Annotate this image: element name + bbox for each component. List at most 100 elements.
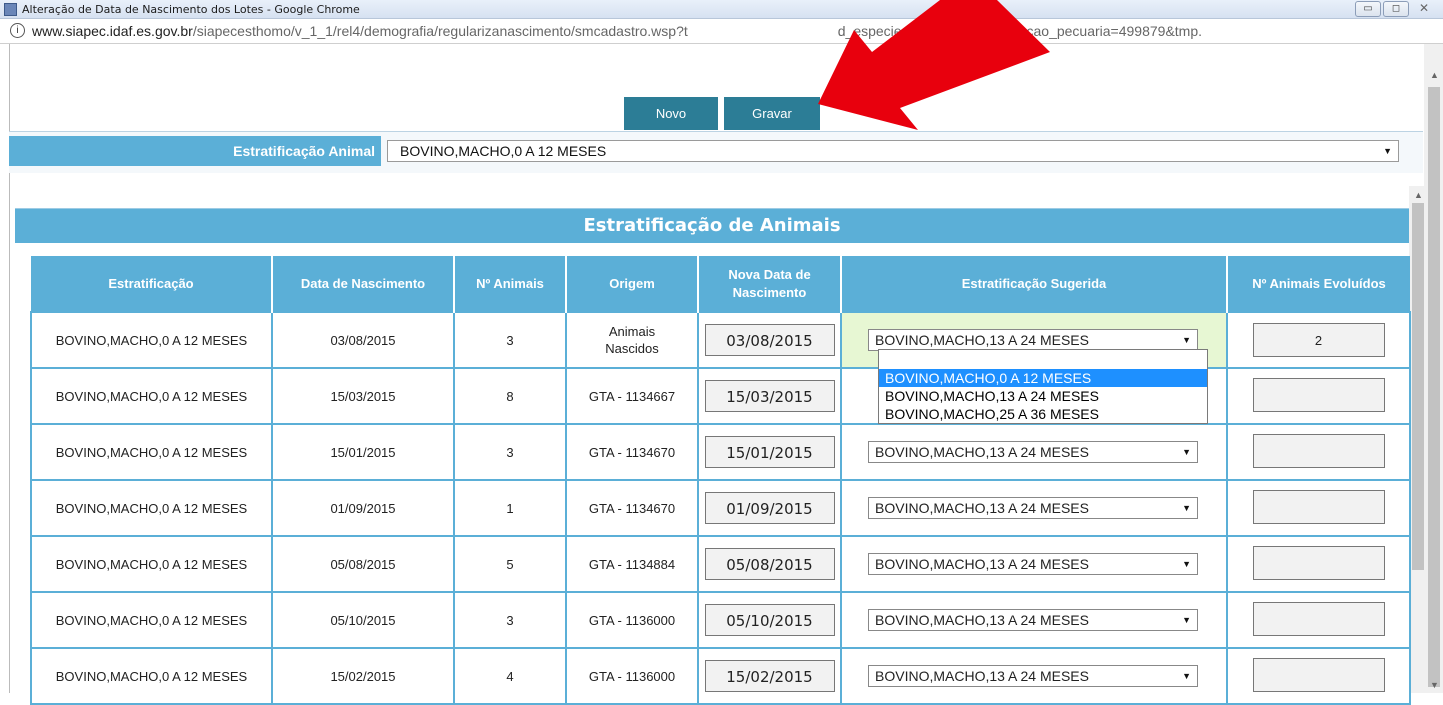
dropdown-option[interactable]: BOVINO,MACHO,13 A 24 MESES: [879, 387, 1207, 405]
origem-text: GTA - 1134667: [588, 388, 676, 404]
header-num-animais: Nº Animais: [454, 256, 567, 312]
cell-animais-evoluidos: [1226, 479, 1411, 537]
dropdown-option[interactable]: BOVINO,MACHO,0 A 12 MESES: [879, 369, 1207, 387]
cell-estratificacao-sugerida: BOVINO,MACHO,13 A 24 MESES ▼: [840, 479, 1228, 537]
dropdown-option[interactable]: [879, 350, 1207, 369]
num-animais-text: 3: [506, 332, 514, 348]
cell-nova-data: 03/08/2015: [697, 311, 842, 369]
animais-evoluidos-input[interactable]: [1252, 433, 1385, 468]
gravar-button[interactable]: Gravar: [724, 97, 820, 130]
estratificacao-text: BOVINO,MACHO,0 A 12 MESES: [55, 556, 248, 572]
estratificacao-sugerida-select[interactable]: BOVINO,MACHO,13 A 24 MESES ▼: [868, 665, 1198, 687]
num-animais-text: 4: [506, 668, 514, 684]
cell-estratificacao: BOVINO,MACHO,0 A 12 MESES: [30, 367, 273, 425]
estratificacao-sugerida-select[interactable]: BOVINO,MACHO,13 A 24 MESES ▼: [868, 441, 1198, 463]
estratificacao-text: BOVINO,MACHO,0 A 12 MESES: [55, 668, 248, 684]
cell-num-animais: 3: [453, 423, 567, 481]
cell-animais-evoluidos: [1226, 591, 1411, 649]
novo-button[interactable]: Novo: [624, 97, 718, 130]
cell-estratificacao-sugerida: BOVINO,MACHO,13 A 24 MESES ▼: [840, 647, 1228, 705]
header-data-nascimento: Data de Nascimento: [272, 256, 455, 312]
cell-estratificacao: BOVINO,MACHO,0 A 12 MESES: [30, 479, 273, 537]
estratificacao-text: BOVINO,MACHO,0 A 12 MESES: [55, 500, 248, 516]
close-button[interactable]: ✕: [1411, 1, 1437, 17]
animais-evoluidos-input[interactable]: [1252, 545, 1385, 580]
cell-nova-data: 15/01/2015: [697, 423, 842, 481]
estratificacao-sugerida-select[interactable]: BOVINO,MACHO,13 A 24 MESES ▼: [868, 497, 1198, 519]
estratificacao-sugerida-select[interactable]: BOVINO,MACHO,13 A 24 MESES ▼: [868, 609, 1198, 631]
cell-origem: GTA - 1134667: [565, 367, 699, 425]
num-animais-text: 8: [506, 388, 514, 404]
info-icon[interactable]: i: [10, 23, 25, 38]
header-estratificacao-sugerida: Estratificação Sugerida: [841, 256, 1228, 312]
animais-evoluidos-input[interactable]: [1252, 601, 1385, 636]
cell-origem: GTA - 1134884: [565, 535, 699, 593]
cell-nova-data: 15/03/2015: [697, 367, 842, 425]
sugerida-value: BOVINO,MACHO,13 A 24 MESES: [875, 556, 1089, 572]
cell-num-animais: 3: [453, 591, 567, 649]
num-animais-text: 3: [506, 444, 514, 460]
nova-data-input[interactable]: 01/09/2015: [704, 492, 835, 524]
maximize-button[interactable]: ◻: [1383, 1, 1409, 17]
nova-data-input[interactable]: 15/01/2015: [704, 436, 835, 468]
nova-data-input[interactable]: 05/10/2015: [704, 604, 835, 636]
url-host: www.siapec.idaf.es.gov.br: [32, 23, 193, 39]
nova-data-input[interactable]: 15/03/2015: [704, 380, 835, 412]
header-origem: Origem: [566, 256, 699, 312]
cell-data-nascimento: 15/01/2015: [271, 423, 455, 481]
cell-origem: GTA - 1134670: [565, 479, 699, 537]
chevron-down-icon: ▼: [1383, 146, 1392, 156]
cell-estratificacao-sugerida: BOVINO,MACHO,13 A 24 MESES ▼: [840, 423, 1228, 481]
minimize-button[interactable]: ▭: [1355, 1, 1381, 17]
scroll-down-icon[interactable]: ▼: [1430, 680, 1439, 690]
origem-text: GTA - 1134670: [588, 500, 676, 516]
scroll-up-icon[interactable]: ▲: [1430, 70, 1439, 80]
grid-scrollbar-thumb[interactable]: [1412, 203, 1424, 570]
cell-data-nascimento: 15/03/2015: [271, 367, 455, 425]
header-animais-evoluidos: Nº Animais Evoluídos: [1227, 256, 1410, 312]
cell-nova-data: 01/09/2015: [697, 479, 842, 537]
data-nascimento-text: 03/08/2015: [330, 332, 396, 348]
nova-data-input[interactable]: 03/08/2015: [704, 324, 835, 356]
table-header-row: Estratificação Data de Nascimento Nº Ani…: [31, 256, 1410, 312]
animais-evoluidos-input[interactable]: [1252, 489, 1385, 524]
header-nova-data: Nova Data de Nascimento: [698, 256, 842, 312]
filter-label: Estratificação Animal: [9, 136, 381, 166]
action-bar: Novo Gravar: [0, 97, 1443, 131]
data-nascimento-text: 05/10/2015: [330, 612, 396, 628]
cell-animais-evoluidos: [1226, 367, 1411, 425]
dropdown-option[interactable]: BOVINO,MACHO,25 A 36 MESES: [879, 405, 1207, 423]
estratificacao-sugerida-select[interactable]: BOVINO,MACHO,13 A 24 MESES ▼: [868, 553, 1198, 575]
url-text[interactable]: www.siapec.idaf.es.gov.br/siapecesthomo/…: [32, 23, 1202, 39]
cell-data-nascimento: 15/02/2015: [271, 647, 455, 705]
origem-text: GTA - 1134884: [588, 556, 676, 572]
estratificacao-sugerida-select[interactable]: BOVINO,MACHO,13 A 24 MESES ▼: [868, 329, 1198, 351]
grid-scroll-up-icon[interactable]: ▲: [1414, 190, 1423, 200]
cell-animais-evoluidos: [1226, 423, 1411, 481]
cell-estratificacao: BOVINO,MACHO,0 A 12 MESES: [30, 311, 273, 369]
page-scrollbar-thumb[interactable]: [1428, 87, 1440, 687]
cell-animais-evoluidos: [1226, 535, 1411, 593]
estratificacao-dropdown-list[interactable]: BOVINO,MACHO,0 A 12 MESES BOVINO,MACHO,1…: [878, 349, 1208, 424]
animais-evoluidos-input[interactable]: [1252, 657, 1385, 692]
table-row: BOVINO,MACHO,0 A 12 MESES 05/10/2015 3 GTA …: [30, 591, 1411, 649]
cell-animais-evoluidos: [1226, 647, 1411, 705]
cell-data-nascimento: 03/08/2015: [271, 311, 455, 369]
estratificacao-text: BOVINO,MACHO,0 A 12 MESES: [55, 444, 248, 460]
estratificacao-text: BOVINO,MACHO,0 A 12 MESES: [55, 612, 248, 628]
address-bar[interactable]: i www.siapec.idaf.es.gov.br/siapecesthom…: [0, 19, 1443, 44]
chevron-down-icon: ▼: [1182, 503, 1191, 513]
chevron-down-icon: ▼: [1182, 447, 1191, 457]
animais-evoluidos-input[interactable]: [1252, 377, 1385, 412]
animais-evoluidos-input[interactable]: 2: [1252, 323, 1385, 357]
origem-text: GTA - 1134670: [588, 444, 676, 460]
nova-data-input[interactable]: 05/08/2015: [704, 548, 835, 580]
cell-num-animais: 3: [453, 311, 567, 369]
cell-origem: GTA - 1136000: [565, 647, 699, 705]
data-nascimento-text: 01/09/2015: [330, 500, 396, 516]
cell-nova-data: 05/08/2015: [697, 535, 842, 593]
chevron-down-icon: ▼: [1182, 335, 1191, 345]
nova-data-input[interactable]: 15/02/2015: [704, 660, 835, 692]
chevron-down-icon: ▼: [1182, 559, 1191, 569]
filter-select[interactable]: BOVINO,MACHO,0 A 12 MESES ▼: [387, 140, 1399, 162]
